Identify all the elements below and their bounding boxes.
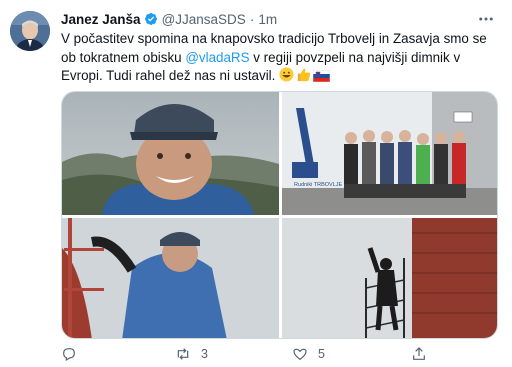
tweet-card: Janez Janša @JJansaSDS · 1m V počastitev…: [0, 0, 512, 367]
mention-link[interactable]: @vladaRS: [185, 50, 249, 65]
tweet-header: Janez Janša @JJansaSDS · 1m: [61, 10, 277, 28]
tweet-actions: 3 5: [61, 343, 481, 365]
like-button[interactable]: 5: [292, 343, 325, 365]
author-name[interactable]: Janez Janša: [61, 12, 141, 27]
reply-button[interactable]: [61, 343, 87, 365]
avatar[interactable]: [10, 11, 50, 51]
photo-silhouette-chimney[interactable]: [282, 218, 497, 338]
separator-dot: ·: [249, 11, 255, 27]
retweet-count: 3: [201, 347, 208, 361]
tweet-text: V počastitev spomina na knapovsko tradic…: [61, 30, 491, 86]
tweet-timestamp[interactable]: 1m: [258, 12, 277, 27]
photo-helmet-selfie[interactable]: [62, 92, 279, 215]
verified-badge-icon: [144, 13, 157, 25]
more-options-icon[interactable]: [477, 10, 495, 28]
reply-icon: [63, 348, 75, 362]
retweet-icon: [177, 348, 189, 360]
photo-climbing-ladder[interactable]: [62, 218, 279, 338]
thumbs-up-emoji: [297, 68, 311, 82]
media-grid: Rudniki TRBOVLJE: [61, 91, 498, 339]
share-button[interactable]: [411, 343, 427, 365]
heart-icon: [293, 348, 307, 361]
slovenia-flag-emoji: [313, 70, 331, 83]
retweet-button[interactable]: 3: [175, 343, 208, 365]
photo-group-at-wall[interactable]: Rudniki TRBOVLJE: [282, 92, 497, 215]
wall-sign: Rudniki TRBOVLJE: [294, 182, 343, 188]
share-icon: [413, 347, 425, 360]
grinning-face-emoji: [279, 67, 294, 82]
author-handle[interactable]: @JJansaSDS: [162, 12, 246, 27]
like-count: 5: [318, 347, 325, 361]
